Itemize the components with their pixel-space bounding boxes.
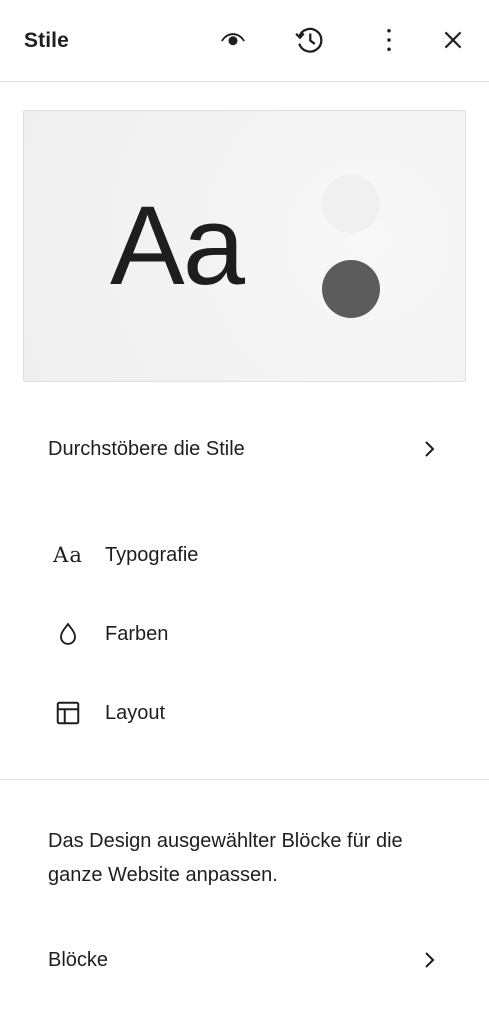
history-icon	[295, 27, 323, 53]
blocks-label: Blöcke	[48, 948, 109, 971]
style-preview-card[interactable]: Aa	[23, 110, 466, 382]
color-drop-icon	[52, 618, 84, 650]
layout-item[interactable]: Layout	[24, 685, 465, 741]
typography-item[interactable]: Aa Typografie	[24, 527, 465, 583]
more-options-button[interactable]	[369, 20, 409, 60]
typography-glyph: Aa	[53, 543, 83, 567]
chevron-right-icon	[417, 437, 441, 461]
blocks-description: Das Design ausgewählter Blöcke für die g…	[48, 830, 403, 886]
typography-label: Typografie	[105, 543, 199, 566]
eye-icon	[221, 33, 245, 46]
layout-label: Layout	[105, 701, 166, 724]
browse-styles-button[interactable]: Durchstöbere die Stile	[24, 421, 465, 477]
colors-label: Farben	[105, 622, 169, 645]
preview-sample-text: Aa	[110, 183, 245, 308]
panel-title: Stile	[24, 29, 69, 52]
more-vertical-icon	[387, 29, 391, 51]
layout-icon	[52, 697, 84, 729]
preview-color-swatch-dark	[322, 260, 380, 318]
blocks-button[interactable]: Blöcke	[24, 932, 465, 988]
chevron-right-icon	[417, 948, 441, 972]
close-button[interactable]	[433, 20, 473, 60]
preview-button[interactable]	[213, 20, 253, 60]
section-divider	[0, 779, 489, 780]
colors-item[interactable]: Farben	[24, 606, 465, 662]
close-icon	[444, 31, 462, 49]
revisions-button[interactable]	[290, 20, 330, 60]
panel-header: Stile	[0, 0, 489, 82]
styles-panel: Stile Aa Durchstöbere die Stile Aa Typog…	[0, 0, 489, 1024]
browse-styles-label: Durchstöbere die Stile	[48, 437, 245, 460]
typography-icon: Aa	[52, 539, 84, 571]
preview-color-swatch-light	[322, 175, 380, 233]
